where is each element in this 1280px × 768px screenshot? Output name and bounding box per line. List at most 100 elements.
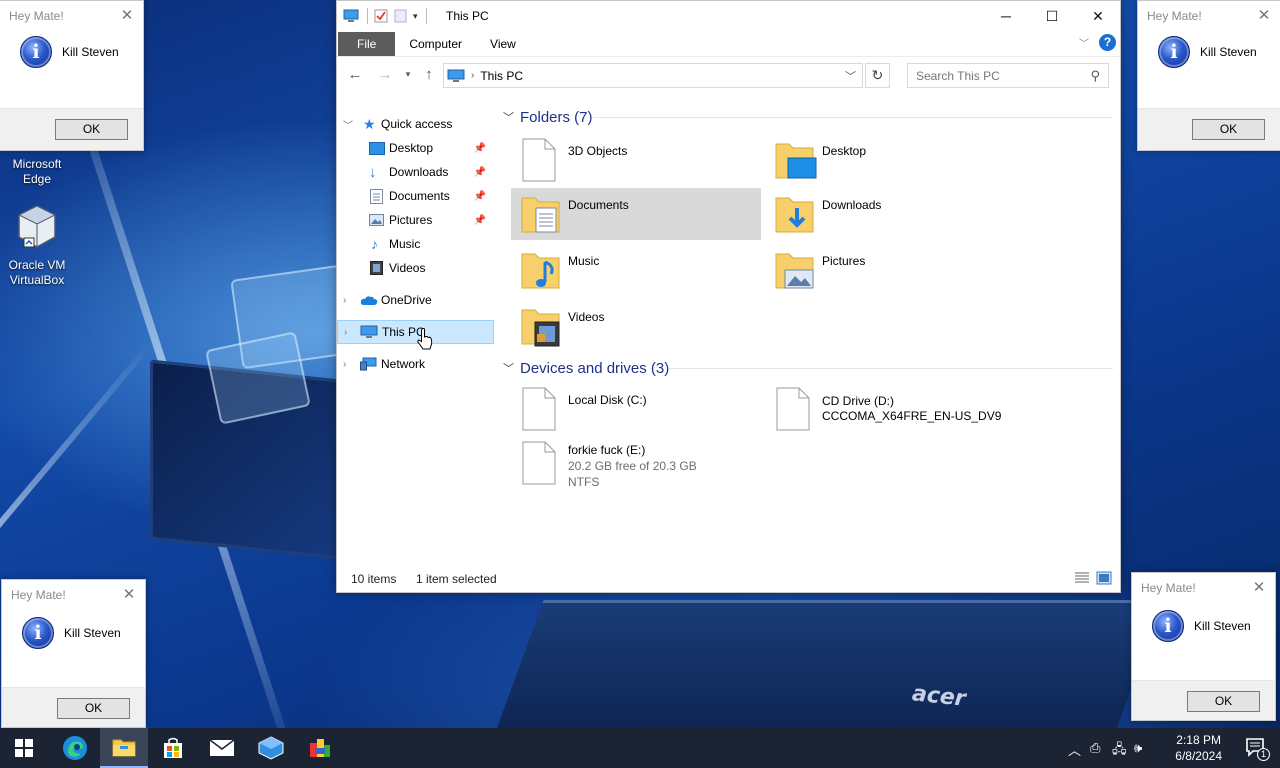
sidebar-item-this-pc[interactable]: › This PC xyxy=(337,320,494,344)
taskbar-app-edge[interactable] xyxy=(51,728,99,768)
desktop-icon-edge[interactable]: Microsoft Edge xyxy=(0,157,74,187)
folder-tile-downloads[interactable]: Downloads xyxy=(765,188,1015,240)
sidebar-item-label: Pictures xyxy=(389,213,433,227)
separator xyxy=(425,8,427,24)
breadcrumb[interactable]: This PC xyxy=(480,69,523,83)
volume-icon[interactable]: 🕪 xyxy=(1134,740,1142,756)
taskbar: ︿ ⎙ 🖧 🕪 2:18 PM 6/8/2024 1 xyxy=(0,728,1280,768)
desktop-icon-label: Microsoft xyxy=(12,157,62,171)
device-icon[interactable]: ⎙ xyxy=(1090,740,1100,756)
folder-tile-documents[interactable]: Documents xyxy=(511,188,761,240)
network-icon[interactable]: 🖧 xyxy=(1112,740,1127,762)
sidebar-item-quick-access[interactable]: ﹀ ★ Quick access xyxy=(337,112,494,136)
taskbar-app-mail[interactable] xyxy=(198,728,246,768)
address-bar[interactable]: › This PC ﹀ xyxy=(443,63,863,88)
download-arrow-icon: ↓ xyxy=(369,163,377,181)
folder-tile-3d-objects[interactable]: 3D Objects xyxy=(511,134,761,186)
sidebar-item-downloads[interactable]: ↓ Downloads 📌 xyxy=(337,160,494,184)
refresh-icon[interactable]: ↻ xyxy=(865,63,890,88)
message-box[interactable]: Hey Mate! ✕ i Kill Steven OK xyxy=(1,579,146,728)
help-icon[interactable]: ? xyxy=(1099,34,1116,51)
ok-button[interactable]: OK xyxy=(55,119,128,140)
chevron-down-icon[interactable]: ﹀ xyxy=(503,109,514,125)
up-arrow-icon[interactable]: ↑ xyxy=(419,66,439,83)
customize-quick-access-icon[interactable]: ▾ xyxy=(413,11,418,22)
chevron-right-icon[interactable]: › xyxy=(343,359,353,370)
taskbar-app-unknown[interactable] xyxy=(296,728,344,768)
close-icon[interactable]: ✕ xyxy=(119,585,139,605)
chevron-right-icon[interactable]: › xyxy=(343,295,353,306)
sidebar-item-onedrive[interactable]: › OneDrive xyxy=(337,288,494,312)
folder-tile-desktop[interactable]: Desktop xyxy=(765,134,1015,186)
large-icons-view-icon[interactable] xyxy=(1096,571,1112,585)
folder-tile-pictures[interactable]: Pictures xyxy=(765,244,1015,296)
devices-group-header[interactable]: ﹀ Devices and drives (3) xyxy=(503,357,669,379)
videos-icon xyxy=(370,261,383,275)
drive-tile-local-disk-c[interactable]: Local Disk (C:) xyxy=(511,387,761,437)
close-button[interactable]: ✕ xyxy=(1075,1,1121,32)
folder-tile-music[interactable]: Music xyxy=(511,244,761,296)
file-explorer-window[interactable]: ▾ This PC ─ ☐ ✕ File Computer View ﹀ ? ←… xyxy=(336,0,1121,593)
expand-ribbon-icon[interactable]: ﹀ xyxy=(1079,35,1089,50)
forward-arrow-icon[interactable]: → xyxy=(375,66,395,83)
clock[interactable]: 2:18 PM 6/8/2024 xyxy=(1175,732,1222,764)
drive-file-icon xyxy=(776,387,810,431)
divider xyxy=(669,368,1113,369)
drive-tile-forkie-e[interactable]: forkie fuck (E:) 20.2 GB free of 20.3 GB… xyxy=(511,441,761,491)
chevron-right-icon[interactable]: › xyxy=(344,327,354,338)
desktop-icon-label: Edge xyxy=(22,172,52,186)
back-arrow-icon[interactable]: ← xyxy=(345,66,365,83)
message-box[interactable]: Hey Mate! ✕ i Kill Steven OK xyxy=(1137,0,1280,151)
windows-logo-icon xyxy=(15,739,33,757)
sidebar-item-documents[interactable]: Documents 📌 xyxy=(337,184,494,208)
ok-button[interactable]: OK xyxy=(1192,119,1265,140)
search-input[interactable]: Search This PC ⚲ xyxy=(907,63,1109,88)
chevron-down-icon[interactable]: ﹀ xyxy=(343,117,353,132)
taskbar-app-store[interactable] xyxy=(149,728,197,768)
start-button[interactable] xyxy=(0,728,48,768)
status-bar: 10 items 1 item selected xyxy=(337,566,1120,592)
folders-group-header[interactable]: ﹀ Folders (7) xyxy=(503,106,593,128)
sidebar-item-desktop[interactable]: Desktop 📌 xyxy=(337,136,494,160)
close-icon[interactable]: ✕ xyxy=(1254,6,1274,26)
sidebar-item-pictures[interactable]: Pictures 📌 xyxy=(337,208,494,232)
ok-button[interactable]: OK xyxy=(57,698,130,719)
sidebar-item-network[interactable]: › Network xyxy=(337,352,494,376)
chevron-right-icon[interactable]: › xyxy=(471,70,474,81)
drive-free-space: 20.2 GB free of 20.3 GB xyxy=(568,459,697,473)
info-icon: i xyxy=(1152,610,1184,642)
notifications-button[interactable]: 1 xyxy=(1244,736,1270,761)
chevron-down-icon[interactable]: ﹀ xyxy=(503,360,514,376)
ok-button[interactable]: OK xyxy=(1187,691,1260,712)
tab-file[interactable]: File xyxy=(338,32,396,56)
drive-tile-cd-drive-d[interactable]: CD Drive (D:) CCCOMA_X64FRE_EN-US_DV9 xyxy=(765,387,1065,437)
folder-tile-videos[interactable]: Videos xyxy=(511,300,761,352)
message-box[interactable]: Hey Mate! ✕ i Kill Steven OK xyxy=(0,0,144,151)
tab-view[interactable]: View xyxy=(476,32,530,56)
tab-computer[interactable]: Computer xyxy=(395,32,476,56)
chevron-down-icon[interactable]: ﹀ xyxy=(845,68,856,84)
recent-locations-icon[interactable]: ▾ xyxy=(398,69,418,80)
pin-icon[interactable]: 📌 xyxy=(474,191,486,202)
new-folder-icon[interactable] xyxy=(394,9,407,23)
sidebar-item-music[interactable]: ♪ Music xyxy=(337,232,494,256)
close-icon[interactable]: ✕ xyxy=(1249,578,1269,598)
title-bar[interactable]: ▾ This PC ─ ☐ ✕ xyxy=(337,1,1120,32)
message-box[interactable]: Hey Mate! ✕ i Kill Steven OK xyxy=(1131,572,1276,721)
pin-icon[interactable]: 📌 xyxy=(474,143,486,154)
details-view-icon[interactable] xyxy=(1074,571,1090,585)
minimize-button[interactable]: ─ xyxy=(983,1,1029,32)
search-icon[interactable]: ⚲ xyxy=(1090,68,1100,84)
properties-icon[interactable] xyxy=(374,9,388,23)
close-icon[interactable]: ✕ xyxy=(117,6,137,26)
desktop-icon-virtualbox[interactable]: Oracle VM VirtualBox xyxy=(0,204,74,288)
maximize-button[interactable]: ☐ xyxy=(1029,1,1075,32)
pin-icon[interactable]: 📌 xyxy=(474,167,486,178)
sidebar-item-videos[interactable]: Videos xyxy=(337,256,494,280)
pin-icon[interactable]: 📌 xyxy=(474,215,486,226)
show-hidden-icons-icon[interactable]: ︿ xyxy=(1068,740,1081,759)
folder-name: 3D Objects xyxy=(568,144,628,158)
taskbar-app-virtualbox[interactable] xyxy=(247,728,295,768)
taskbar-app-file-explorer[interactable] xyxy=(100,728,148,768)
virtualbox-icon xyxy=(17,205,57,248)
